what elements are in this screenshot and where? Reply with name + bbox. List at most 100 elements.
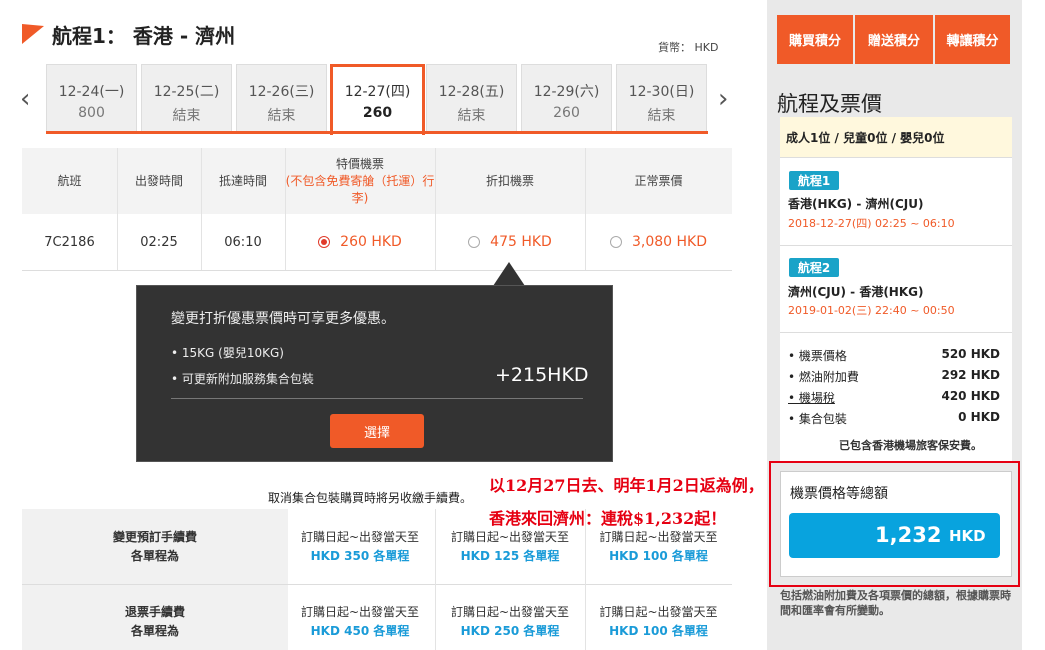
insurance-note: 已包含香港機場旅客保安費。 bbox=[839, 439, 982, 452]
divider bbox=[22, 584, 732, 585]
leg2-time: 2019-01-02(三) 22:40 ~ 00:50 bbox=[788, 304, 955, 317]
gift-points-button[interactable]: 贈送積分 bbox=[855, 15, 933, 64]
date-tab-1225[interactable]: 12-25(二) 結束 bbox=[141, 64, 232, 132]
cost-value: 420 HKD bbox=[941, 389, 1000, 403]
fee-amount: HKD 100 各單程 bbox=[609, 624, 708, 638]
fee-cell: 訂購日起~出發當天至 HKD 100 各單程 bbox=[585, 528, 732, 566]
refund-fee-label: 退票手續費 各單程為 bbox=[22, 603, 288, 641]
leg2-route: 濟州(CJU) - 香港(HKG) bbox=[788, 285, 924, 299]
date-tab-1229[interactable]: 12-29(六) 260 bbox=[521, 64, 612, 132]
radio-selected-icon[interactable] bbox=[318, 236, 331, 248]
divider bbox=[780, 245, 1012, 246]
cost-label: • 機票價格 bbox=[788, 349, 847, 363]
currency-label: 貨幣： HKD bbox=[658, 41, 719, 54]
highlight-frame bbox=[769, 461, 1020, 587]
tab-date: 12-27(四) bbox=[344, 84, 411, 100]
transfer-points-button[interactable]: 轉讓積分 bbox=[935, 15, 1010, 64]
divider bbox=[171, 398, 583, 399]
tab-price: 結束 bbox=[457, 108, 486, 124]
fee-period: 訂購日起~出發當天至 bbox=[300, 530, 420, 544]
fee-amount: HKD 125 各單程 bbox=[460, 549, 560, 563]
tab-price: 結束 bbox=[267, 108, 296, 124]
promo-annotation-line1: 以12月27日去、明年1月2日返為例， bbox=[489, 476, 764, 495]
tooltip-message: 變更打折優惠票價時可享更多優惠。 bbox=[171, 311, 395, 327]
radio-icon[interactable] bbox=[468, 236, 481, 248]
fee-cell: 訂購日起~出發當天至 HKD 450 各單程 bbox=[285, 603, 435, 641]
chevron-right-icon[interactable]: › bbox=[718, 86, 728, 112]
tab-date: 12-26(三) bbox=[248, 84, 315, 100]
fare-special-option[interactable]: 260 HKD bbox=[285, 214, 435, 270]
col-arrive: 抵達時間 bbox=[218, 173, 267, 188]
fee-amount: HKD 250 各單程 bbox=[460, 624, 560, 638]
tab-price: 結束 bbox=[647, 108, 676, 124]
cost-value: 520 HKD bbox=[941, 347, 1000, 361]
cost-value: 292 HKD bbox=[941, 368, 1000, 382]
select-button[interactable]: 選擇 bbox=[330, 414, 424, 448]
change-fee-label: 變更預訂手續費 各單程為 bbox=[22, 528, 288, 566]
tab-date: 12-29(六) bbox=[533, 84, 600, 100]
flag-icon bbox=[22, 15, 44, 45]
depart-time: 02:25 bbox=[140, 234, 178, 250]
fare-special-price: 260 HKD bbox=[340, 234, 402, 250]
tab-underline bbox=[46, 131, 708, 134]
date-tab-1227[interactable]: 12-27(四) 260 bbox=[330, 64, 425, 135]
flight-number: 7C2186 bbox=[44, 234, 95, 250]
divider bbox=[780, 332, 1012, 333]
tab-price: 800 bbox=[78, 105, 105, 121]
fee-period: 訂購日起~出發當天至 bbox=[450, 605, 570, 619]
total-footnote: 包括燃油附加費及各項票價的總額，根據購票時間和匯率會有所變動。 bbox=[780, 589, 1011, 617]
upgrade-tooltip: 變更打折優惠票價時可享更多優惠。 • 15KG (嬰兒10KG) • 可更新附加… bbox=[136, 285, 613, 462]
col-discount: 折扣機票 bbox=[485, 173, 534, 188]
leg1-route: 香港(HKG) - 濟州(CJU) bbox=[788, 197, 924, 211]
fee-cell: 訂購日起~出發當天至 HKD 250 各單程 bbox=[435, 603, 585, 641]
leg1-time: 2018-12-27(四) 02:25 ~ 06:10 bbox=[788, 217, 955, 230]
col-special-label: 特價機票 bbox=[335, 156, 384, 171]
fee-cell: 訂購日起~出發當天至 HKD 350 各單程 bbox=[285, 528, 435, 566]
fare-normal-option[interactable]: 3,080 HKD bbox=[585, 214, 732, 270]
fee-period: 訂購日起~出發當天至 bbox=[599, 605, 718, 619]
tooltip-pointer bbox=[493, 262, 525, 286]
tab-price: 260 bbox=[362, 105, 393, 121]
airport-tax-link[interactable]: • 機場稅 bbox=[788, 389, 835, 406]
tooltip-extra-price: +215HKD bbox=[495, 364, 589, 386]
cost-label: • 集合包裝 bbox=[788, 412, 847, 426]
date-tab-1230[interactable]: 12-30(日) 結束 bbox=[616, 64, 707, 132]
fee-period: 訂購日起~出發當天至 bbox=[599, 530, 718, 544]
refund-fee-sub: 各單程為 bbox=[130, 624, 179, 638]
buy-points-button[interactable]: 購買積分 bbox=[777, 15, 853, 64]
radio-icon[interactable] bbox=[609, 236, 622, 248]
fee-period: 訂購日起~出發當天至 bbox=[450, 530, 570, 544]
promo-annotation-line2: 香港來回濟州：連稅$1,232起！ bbox=[489, 509, 727, 528]
tab-date: 12-25(二) bbox=[153, 84, 220, 100]
tooltip-item: • 可更新附加服務集合包裝 bbox=[171, 372, 314, 386]
fee-amount: HKD 450 各單程 bbox=[310, 624, 410, 638]
chevron-left-icon[interactable]: ‹ bbox=[20, 86, 30, 112]
fee-amount: HKD 350 各單程 bbox=[310, 549, 410, 563]
date-tab-1224[interactable]: 12-24(一) 800 bbox=[46, 64, 137, 132]
fee-cell: 訂購日起~出發當天至 HKD 125 各單程 bbox=[435, 528, 585, 566]
cost-value: 0 HKD bbox=[958, 410, 1000, 424]
leg2-badge: 航程2 bbox=[789, 258, 839, 277]
refund-fee-title: 退票手續費 bbox=[124, 605, 185, 619]
fee-period: 訂購日起~出發當天至 bbox=[300, 605, 420, 619]
page-title: 航程1： 香港 - 濟州 bbox=[52, 24, 236, 48]
tab-price: 結束 bbox=[172, 108, 201, 124]
arrive-time: 06:10 bbox=[224, 234, 262, 250]
date-tab-1226[interactable]: 12-26(三) 結束 bbox=[236, 64, 327, 132]
col-depart: 出發時間 bbox=[134, 173, 183, 188]
fee-amount: HKD 100 各單程 bbox=[609, 549, 708, 563]
col-special: 特價機票 (不包含免費寄艙（托運）行李) bbox=[285, 148, 435, 214]
change-fee-title: 變更預訂手續費 bbox=[112, 530, 197, 544]
fare-discount-price: 475 HKD bbox=[490, 234, 552, 250]
leg1-badge: 航程1 bbox=[789, 171, 839, 190]
cost-label: • 燃油附加費 bbox=[788, 370, 859, 384]
date-tab-1228[interactable]: 12-28(五) 結束 bbox=[426, 64, 517, 132]
fee-cell: 訂購日起~出發當天至 HKD 100 各單程 bbox=[585, 603, 732, 641]
tab-date: 12-28(五) bbox=[438, 84, 505, 100]
cancel-note: 取消集合包裝購買時將另收繳手續費。 bbox=[268, 491, 473, 505]
divider bbox=[780, 157, 1012, 158]
tab-date: 12-24(一) bbox=[58, 84, 125, 100]
divider bbox=[22, 270, 732, 271]
summary-title: 航程及票價 bbox=[777, 92, 882, 116]
passenger-count: 成人1位 / 兒童0位 / 嬰兒0位 bbox=[780, 117, 1012, 157]
